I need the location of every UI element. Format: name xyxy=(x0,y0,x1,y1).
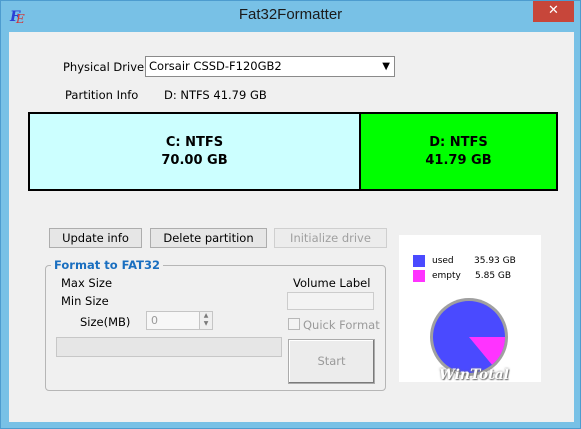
partition-c[interactable]: C: NTFS 70.00 GB xyxy=(30,114,361,189)
used-legend-value: 35.93 GB xyxy=(474,256,516,266)
update-info-button[interactable]: Update info xyxy=(49,228,142,248)
usage-pie-panel: used 35.93 GB empty 5.85 GB WinTotal xyxy=(399,235,541,383)
stepper-up-icon[interactable]: ▲ xyxy=(200,312,212,320)
size-mb-input[interactable]: 0 xyxy=(146,311,200,330)
physical-drive-value: Corsair CSSD-F120GB2 xyxy=(149,59,282,73)
quick-format-checkbox[interactable] xyxy=(288,318,300,330)
size-mb-label: Size(MB) xyxy=(80,315,131,329)
volume-label-input[interactable] xyxy=(287,292,374,310)
min-size-label: Min Size xyxy=(61,294,109,308)
partition-info-value: D: NTFS 41.79 GB xyxy=(164,88,267,102)
quick-format-label: Quick Format xyxy=(303,318,380,332)
used-legend-label: used xyxy=(432,256,454,266)
size-stepper[interactable]: ▲ ▼ xyxy=(199,311,213,330)
wintotal-watermark: WinTotal xyxy=(439,367,509,383)
empty-legend-label: empty xyxy=(432,271,461,281)
initialize-drive-button[interactable]: Initialize drive xyxy=(274,228,387,248)
physical-drive-select[interactable]: Corsair CSSD-F120GB2 ▼ xyxy=(145,56,395,77)
used-swatch xyxy=(413,255,425,267)
partition-map: C: NTFS 70.00 GB D: NTFS 41.79 GB xyxy=(28,112,558,191)
empty-swatch xyxy=(413,270,425,282)
main-panel: Physical Drive Corsair CSSD-F120GB2 ▼ Pa… xyxy=(9,32,574,422)
window-title: Fat32Formatter xyxy=(238,6,343,23)
format-progress-bar xyxy=(56,337,282,357)
format-group-title: Format to FAT32 xyxy=(51,258,163,272)
close-button[interactable]: ✕ xyxy=(533,1,574,22)
partition-info-label: Partition Info xyxy=(65,88,139,102)
chevron-down-icon: ▼ xyxy=(382,61,390,72)
partition-d-size: 41.79 GB xyxy=(425,153,492,168)
partition-d[interactable]: D: NTFS 41.79 GB xyxy=(361,114,556,189)
stepper-down-icon[interactable]: ▼ xyxy=(200,320,212,328)
physical-drive-label: Physical Drive xyxy=(63,60,145,74)
volume-label-label: Volume Label xyxy=(293,276,371,290)
partition-d-name: D: NTFS xyxy=(429,135,488,150)
usage-pie xyxy=(430,298,508,376)
partition-c-size: 70.00 GB xyxy=(161,153,228,168)
app-window: F E Fat32Formatter ✕ Physical Drive Cors… xyxy=(0,0,581,429)
max-size-label: Max Size xyxy=(61,276,113,290)
delete-partition-button[interactable]: Delete partition xyxy=(150,228,267,248)
empty-legend-value: 5.85 GB xyxy=(475,271,512,281)
partition-c-name: C: NTFS xyxy=(165,135,224,150)
start-button[interactable]: Start xyxy=(288,339,375,384)
title-bar[interactable]: F E Fat32Formatter ✕ xyxy=(1,1,580,32)
